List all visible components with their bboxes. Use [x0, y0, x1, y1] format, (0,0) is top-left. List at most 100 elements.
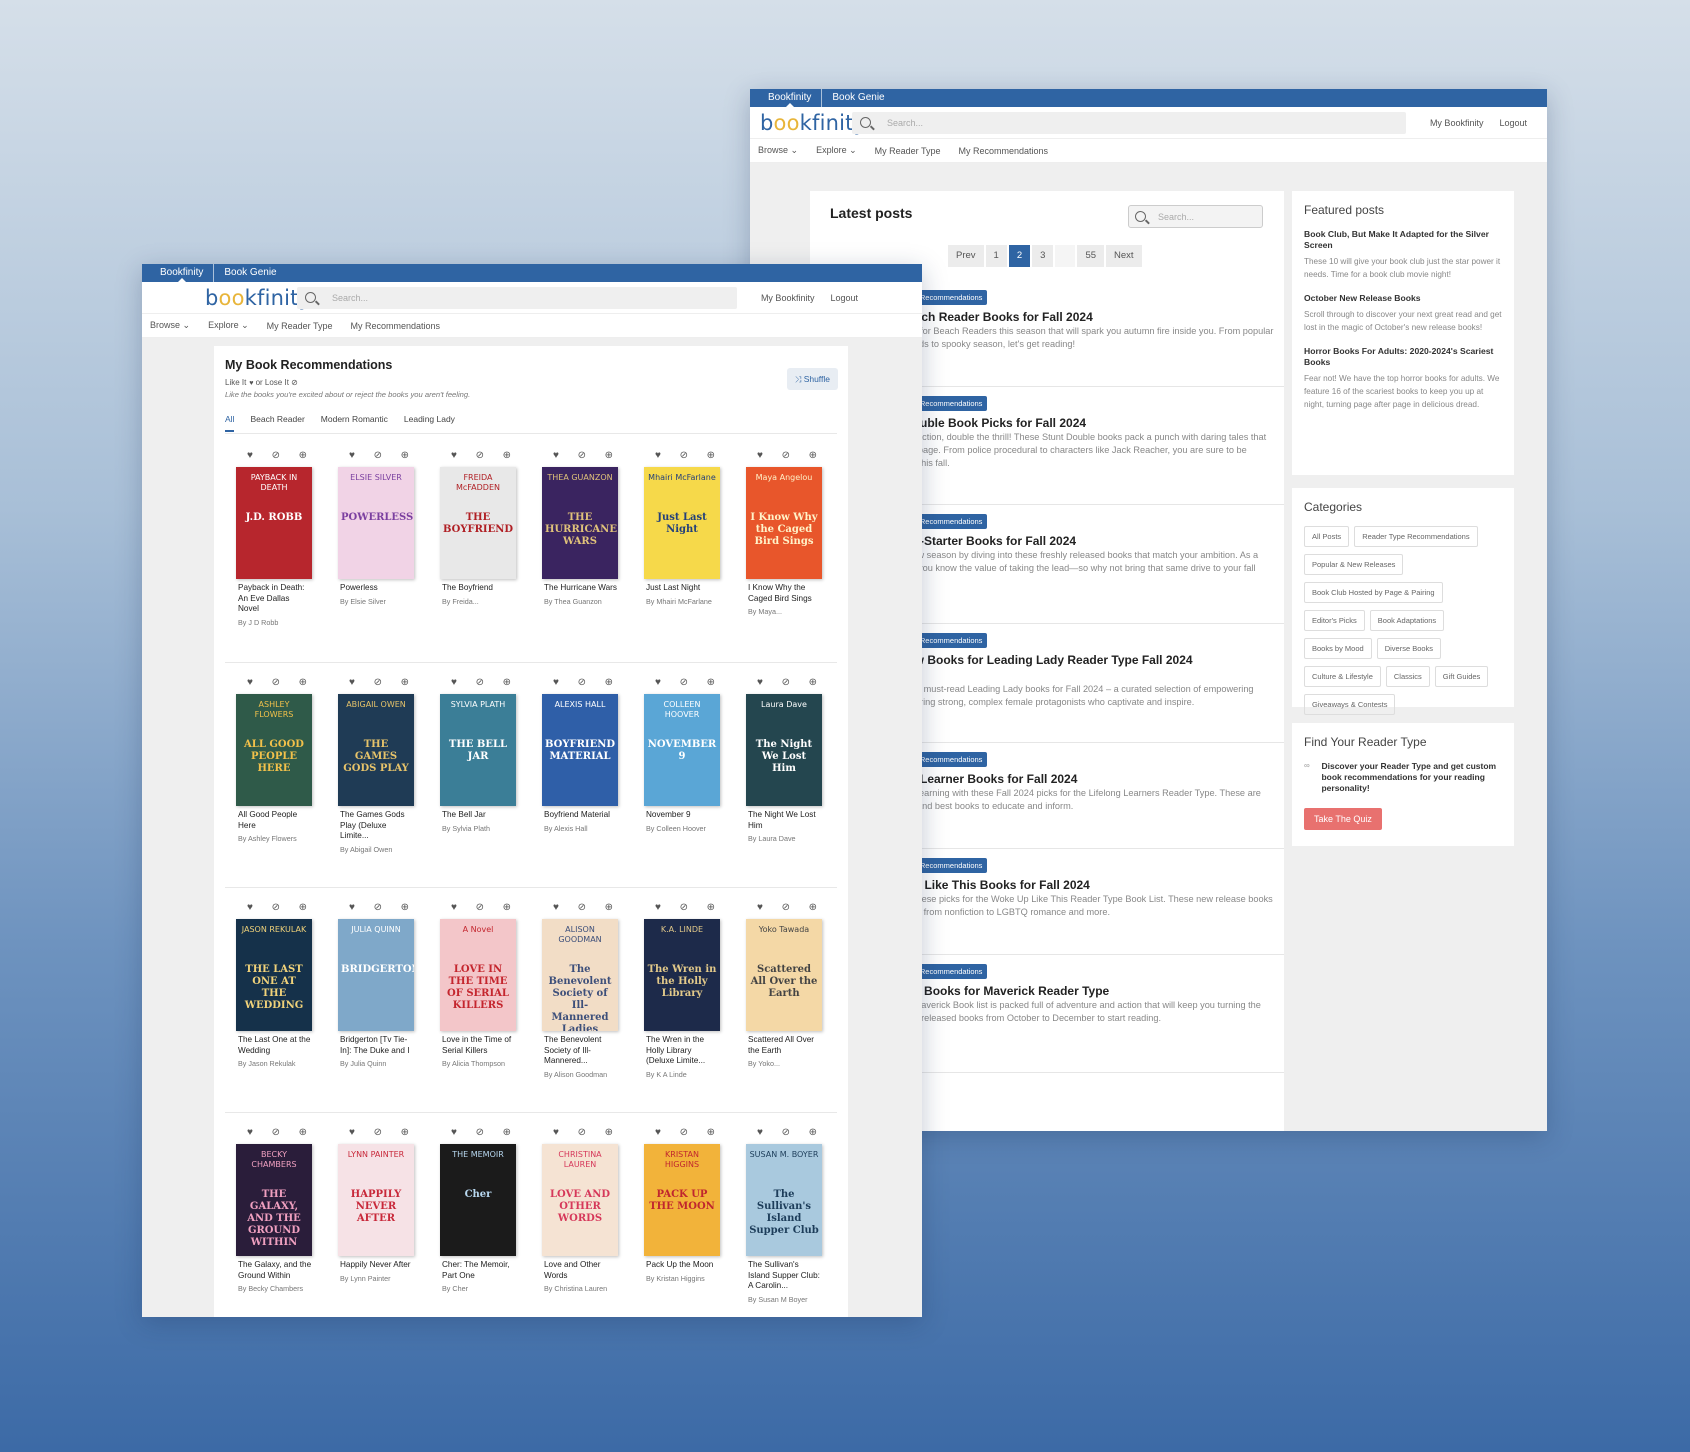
- add-icon[interactable]: ⊕: [401, 903, 409, 913]
- like-heart-icon[interactable]: ♥: [349, 903, 355, 913]
- search-input[interactable]: Search...: [852, 111, 1406, 134]
- book-cover[interactable]: SUSAN M. BOYER The Sullivan's Island Supp…: [746, 1144, 822, 1256]
- category-tag[interactable]: Giveaways & Contests: [1304, 694, 1396, 715]
- add-icon[interactable]: ⊕: [707, 451, 715, 461]
- post-title[interactable]: Lifelong Learner Books for Fall 2024: [870, 772, 1275, 787]
- book-cover[interactable]: JULIA QUINN BRIDGERTON: [338, 919, 414, 1031]
- reject-icon[interactable]: ⊘: [272, 451, 280, 461]
- tab-bookfinity[interactable]: Bookfinity: [150, 264, 213, 282]
- book-cover[interactable]: ASHLEY FLOWERS ALL GOOD PEOPLE HERE: [236, 694, 312, 806]
- add-icon[interactable]: ⊕: [605, 1128, 613, 1138]
- like-heart-icon[interactable]: ♥: [349, 1128, 355, 1138]
- reject-icon[interactable]: ⊘: [578, 1128, 586, 1138]
- book-cover[interactable]: A Novel LOVE IN THE TIME OF SERIAL KILLER…: [440, 919, 516, 1031]
- add-icon[interactable]: ⊕: [299, 1128, 307, 1138]
- like-heart-icon[interactable]: ♥: [349, 451, 355, 461]
- book-title[interactable]: Boyfriend Material: [544, 810, 618, 821]
- add-icon[interactable]: ⊕: [605, 903, 613, 913]
- like-heart-icon[interactable]: ♥: [655, 678, 661, 688]
- bookfinity-logo[interactable]: bookfinity: [205, 286, 311, 310]
- book-cover[interactable]: LYNN PAINTER HAPPILY NEVER AFTER: [338, 1144, 414, 1256]
- like-heart-icon[interactable]: ♥: [451, 678, 457, 688]
- category-tag[interactable]: Popular & New Releases: [1304, 554, 1404, 575]
- post-title[interactable]: Fall 2024 Books for Maverick Reader Type: [870, 984, 1275, 999]
- category-tag[interactable]: Book Adaptations: [1369, 610, 1445, 631]
- like-heart-icon[interactable]: ♥: [247, 1128, 253, 1138]
- reject-icon[interactable]: ⊘: [782, 678, 790, 688]
- nav-explore[interactable]: Explore ⌄: [208, 320, 249, 331]
- nav-my-recommendations[interactable]: My Recommendations: [959, 146, 1049, 156]
- add-icon[interactable]: ⊕: [401, 1128, 409, 1138]
- reject-icon[interactable]: ⊘: [272, 1128, 280, 1138]
- book-cover[interactable]: SYLVIA PLATH THE BELL JAR: [440, 694, 516, 806]
- like-heart-icon[interactable]: ♥: [553, 1128, 559, 1138]
- reject-icon[interactable]: ⊘: [272, 903, 280, 913]
- book-title[interactable]: Just Last Night: [646, 583, 720, 594]
- reject-icon[interactable]: ⊘: [476, 1128, 484, 1138]
- tab-book-genie[interactable]: Book Genie: [213, 264, 286, 282]
- search-input[interactable]: Search...: [297, 286, 737, 309]
- book-title[interactable]: Scattered All Over the Earth: [748, 1035, 822, 1056]
- book-title[interactable]: The Games Gods Play (Deluxe Limite...: [340, 810, 414, 842]
- reject-icon[interactable]: ⊘: [680, 903, 688, 913]
- reject-icon[interactable]: ⊘: [476, 903, 484, 913]
- like-heart-icon[interactable]: ♥: [655, 451, 661, 461]
- reject-icon[interactable]: ⊘: [476, 678, 484, 688]
- book-cover[interactable]: Yoko Tawada Scattered All Over the Earth: [746, 919, 822, 1031]
- add-icon[interactable]: ⊕: [503, 1128, 511, 1138]
- featured-post-title[interactable]: Book Club, But Make It Adapted for the S…: [1304, 229, 1502, 251]
- like-heart-icon[interactable]: ♥: [451, 903, 457, 913]
- add-icon[interactable]: ⊕: [605, 451, 613, 461]
- add-icon[interactable]: ⊕: [809, 678, 817, 688]
- add-icon[interactable]: ⊕: [809, 903, 817, 913]
- book-cover[interactable]: JASON REKULAK THE LAST ONE AT THE WEDDING: [236, 919, 312, 1031]
- book-title[interactable]: Powerless: [340, 583, 414, 594]
- category-tag[interactable]: Editor's Picks: [1304, 610, 1365, 631]
- book-cover[interactable]: KRISTAN HIGGINS PACK UP THE MOON: [644, 1144, 720, 1256]
- reject-icon[interactable]: ⊘: [680, 1128, 688, 1138]
- tab-bookfinity[interactable]: Bookfinity: [758, 89, 821, 107]
- reject-icon[interactable]: ⊘: [578, 903, 586, 913]
- book-title[interactable]: The Night We Lost Him: [748, 810, 822, 831]
- reject-icon[interactable]: ⊘: [374, 451, 382, 461]
- logout-link[interactable]: Logout: [830, 293, 858, 303]
- add-icon[interactable]: ⊕: [299, 678, 307, 688]
- book-cover[interactable]: THEA GUANZON THE HURRICANE WARS: [542, 467, 618, 579]
- book-title[interactable]: The Sullivan's Island Supper Club: A Car…: [748, 1260, 822, 1292]
- book-title[interactable]: I Know Why the Caged Bird Sings: [748, 583, 822, 604]
- logout-link[interactable]: Logout: [1499, 118, 1527, 128]
- pager-55[interactable]: 55: [1077, 245, 1105, 267]
- book-title[interactable]: The Galaxy, and the Ground Within: [238, 1260, 312, 1281]
- book-cover[interactable]: PAYBACK IN DEATH J.D. ROBB: [236, 467, 312, 579]
- add-icon[interactable]: ⊕: [707, 903, 715, 913]
- category-tag[interactable]: Culture & Lifestyle: [1304, 666, 1381, 687]
- post-title[interactable]: Stunt Double Book Picks for Fall 2024: [870, 416, 1275, 431]
- like-heart-icon[interactable]: ♥: [757, 1128, 763, 1138]
- post-title[interactable]: Woke Up Like This Books for Fall 2024: [870, 878, 1275, 893]
- tab-book-genie[interactable]: Book Genie: [821, 89, 894, 107]
- nav-browse[interactable]: Browse ⌄: [758, 145, 798, 156]
- like-heart-icon[interactable]: ♥: [451, 451, 457, 461]
- book-title[interactable]: Bridgerton [Tv Tie-In]: The Duke and I: [340, 1035, 414, 1056]
- book-cover[interactable]: Laura Dave The Night We Lost Him: [746, 694, 822, 806]
- category-tag[interactable]: All Posts: [1304, 526, 1350, 547]
- book-title[interactable]: Happily Never After: [340, 1260, 414, 1271]
- like-heart-icon[interactable]: ♥: [349, 678, 355, 688]
- book-title[interactable]: The Last One at the Wedding: [238, 1035, 312, 1056]
- add-icon[interactable]: ⊕: [605, 678, 613, 688]
- category-tag[interactable]: Reader Type Recommendations: [1354, 526, 1478, 547]
- like-heart-icon[interactable]: ♥: [655, 903, 661, 913]
- book-title[interactable]: The Boyfriend: [442, 583, 516, 594]
- tab-modern-romantic[interactable]: Modern Romantic: [321, 414, 388, 432]
- add-icon[interactable]: ⊕: [809, 1128, 817, 1138]
- nav-my-recommendations[interactable]: My Recommendations: [351, 321, 441, 331]
- add-icon[interactable]: ⊕: [401, 451, 409, 461]
- nav-my-reader-type[interactable]: My Reader Type: [875, 146, 941, 156]
- book-title[interactable]: Pack Up the Moon: [646, 1260, 720, 1271]
- tab-beach-reader[interactable]: Beach Reader: [250, 414, 304, 432]
- nav-explore[interactable]: Explore ⌄: [816, 145, 857, 156]
- reject-icon[interactable]: ⊘: [578, 678, 586, 688]
- nav-browse[interactable]: Browse ⌄: [150, 320, 190, 331]
- reject-icon[interactable]: ⊘: [272, 678, 280, 688]
- category-tag[interactable]: Classics: [1385, 666, 1430, 687]
